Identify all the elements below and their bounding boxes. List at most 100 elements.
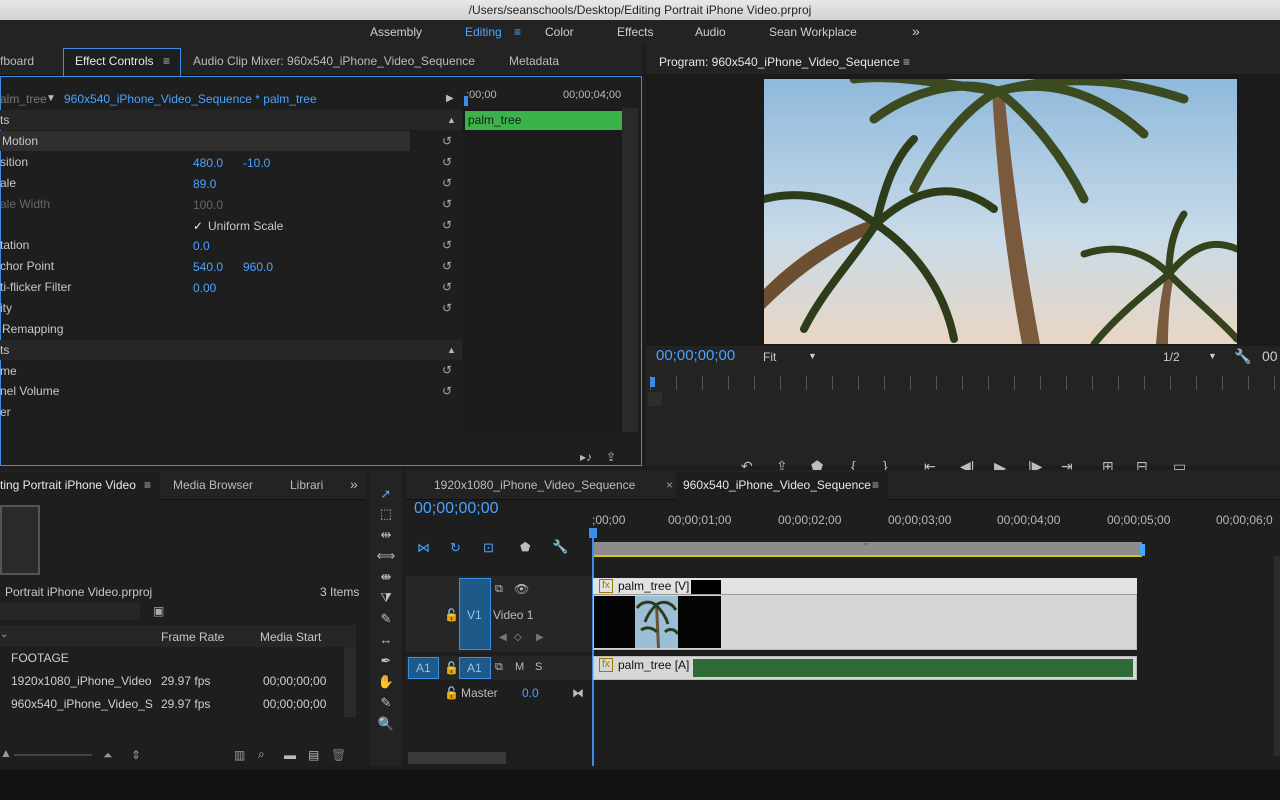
new-bin-icon[interactable]: ▣ [153,604,164,618]
dropdown-arrow-icon[interactable]: ▼ [46,89,56,109]
settings-wrench-icon[interactable]: 🔧 [1234,348,1251,365]
tab-media-browser[interactable]: Media Browser [173,478,253,492]
reset-scale-icon[interactable]: ↺ [442,177,454,189]
program-monitor-title[interactable]: Program: 960x540_iPhone_Video_Sequence [659,55,900,69]
column-media-start[interactable]: Media Start [260,630,321,644]
v1-eye-icon[interactable]: 👁 [514,582,529,596]
anchor-x-value[interactable]: 540.0 [193,260,223,274]
resolution-dropdown[interactable]: 1/2 [1163,350,1180,364]
tab-sequence-1080[interactable]: 1920x1080_iPhone_Video_Sequence [434,478,635,492]
work-area-end[interactable] [1140,544,1145,556]
reset-opacity-icon[interactable]: ↺ [442,302,454,314]
project-menu-icon[interactable]: ≡ [144,478,151,492]
panel-menu-icon[interactable]: ≡ [163,54,170,68]
new-folder-icon[interactable]: ▬ [284,748,296,762]
a1-mute[interactable]: M [515,661,524,673]
antiflicker-value[interactable]: 0.00 [193,281,216,295]
reset-scale-width-icon[interactable]: ↺ [442,198,454,210]
workspace-menu-icon[interactable]: ≡ [514,25,521,39]
a1-sync-lock-icon[interactable]: ⧉ [495,661,503,674]
sequence-clip-name[interactable]: 960x540_iPhone_Video_Sequence * palm_tre… [64,89,317,109]
project-item-name[interactable]: 1920x1080_iPhone_Video [11,670,152,692]
rotation-value[interactable]: 0.0 [193,239,210,253]
time-remapping-label[interactable]: Remapping [2,319,63,339]
ripple-edit-icon[interactable]: ⇹ [376,527,396,545]
sort-arrows-icon[interactable]: ⇕ [131,748,141,762]
next-keyframe-icon[interactable]: ▶ [536,632,544,643]
fit-dropdown[interactable]: Fit [763,350,776,364]
snap-icon[interactable]: ⋈ [417,540,430,556]
trash-icon[interactable]: 🗑 [331,748,346,762]
more-workspaces-icon[interactable]: » [912,23,920,39]
add-marker-track-icon[interactable]: ⊡ [483,540,494,556]
tab-audio-clip-mixer[interactable]: Audio Clip Mixer: 960x540_iPhone_Video_S… [193,54,475,68]
panner-label[interactable]: er [0,402,11,422]
collapse-audio-icon[interactable]: ▲ [447,340,456,360]
uniform-scale-checkbox[interactable]: ✓ [193,216,203,236]
sort-chevron-icon[interactable]: ⌄ [0,629,8,640]
automate-icon[interactable]: ▥ [234,748,245,762]
reset-uniform-icon[interactable]: ↺ [442,219,454,231]
master-value[interactable]: 0.0 [522,686,539,700]
scale-value[interactable]: 89.0 [193,177,216,191]
program-menu-icon[interactable]: ≡ [903,55,910,69]
timeline-hscroll[interactable] [408,752,506,764]
reset-rotation-icon[interactable]: ↺ [442,239,454,251]
project-more-icon[interactable]: » [350,476,358,492]
selection-tool-icon[interactable]: ➚ [376,486,396,504]
zoom-slider[interactable] [14,754,92,756]
razor-icon[interactable]: ⧩ [376,590,396,608]
folder-footage[interactable]: FOOTAGE [11,647,69,669]
anchor-y-value[interactable]: 960.0 [243,260,273,274]
project-search-field[interactable] [0,602,140,620]
workspace-sean[interactable]: Sean Workplace [769,25,857,39]
export-frame-icon[interactable]: ⇪ [606,447,616,467]
reset-channel-volume-icon[interactable]: ↺ [442,385,454,397]
tab-project[interactable]: ting Portrait iPhone Video [0,478,136,492]
v1-label[interactable]: V1 [467,608,482,622]
pen-icon[interactable]: ✒ [376,653,396,671]
hand-icon[interactable]: ✋ [376,674,396,692]
close-tab-icon[interactable]: × [666,478,673,492]
work-area-handle[interactable]: ″ [864,542,868,553]
add-keyframe-icon[interactable]: ◇ [514,632,522,643]
workspace-effects[interactable]: Effects [617,25,653,39]
project-thumbnail[interactable] [0,505,40,575]
position-x-value[interactable]: 480.0 [193,156,223,170]
channel-volume-label[interactable]: nel Volume [0,381,59,401]
prev-keyframe-icon[interactable]: ◀ [499,632,507,643]
timeline-marker-icon[interactable]: ⬟ [520,540,530,554]
workspace-editing[interactable]: Editing [465,25,502,39]
sort-icons-icon[interactable]: ⏶ [103,748,113,763]
pen-tool-icon[interactable]: ✎ [376,695,396,713]
timeline-menu-icon[interactable]: ≡ [872,478,879,492]
tab-libraries[interactable]: Librari [290,478,323,492]
workspace-color[interactable]: Color [545,25,574,39]
program-time-ruler[interactable] [650,376,1278,390]
project-vscroll[interactable] [344,647,356,717]
playhead-head[interactable] [589,528,597,538]
collapse-up-icon[interactable]: ▲ [447,110,456,130]
rate-stretch-icon[interactable]: ⇼ [376,569,396,587]
reset-position-icon[interactable]: ↺ [442,156,454,168]
zoom-icon[interactable]: 🔍 [376,716,396,734]
timeline-vscroll[interactable] [1274,556,1280,756]
volume-label[interactable]: me [0,361,17,381]
slide-icon[interactable]: ↔ [376,632,396,650]
track-select-icon[interactable]: ⬚ [376,506,396,524]
motion-label[interactable]: Motion [2,131,38,151]
program-scroll-nub[interactable] [648,392,662,406]
tab-effect-controls[interactable]: Effect Controls [75,54,153,68]
opacity-label[interactable]: ity [0,298,12,318]
tab-storyboard[interactable]: fboard [0,54,34,68]
reset-volume-icon[interactable]: ↺ [442,364,454,376]
resolution-arrow-icon[interactable]: ▼ [1208,351,1217,361]
tab-sequence-540[interactable]: 960x540_iPhone_Video_Sequence [683,478,871,492]
new-item-icon[interactable]: ▤ [308,748,319,762]
master-lock-icon[interactable]: 🔓 [444,686,459,700]
position-y-value[interactable]: -10.0 [243,156,270,170]
a1-source-label[interactable]: A1 [416,661,431,675]
reset-antiflicker-icon[interactable]: ↺ [442,281,454,293]
program-playhead[interactable] [650,377,655,387]
ec-clip-bar[interactable]: palm_tree [465,111,622,130]
